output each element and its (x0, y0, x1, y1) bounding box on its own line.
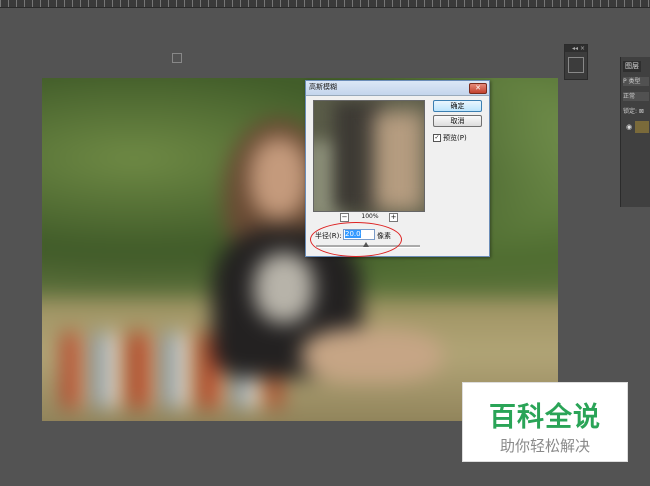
highlight-ellipse (310, 222, 402, 257)
collapsed-panel-strip[interactable]: ◂◂ × (564, 44, 588, 80)
shirt-print (254, 253, 314, 323)
watermark-logo: 百科全说 助你轻松解决 (462, 382, 628, 462)
preview-region-skin (374, 111, 424, 211)
watermark-title: 百科全说 (489, 402, 601, 433)
zoom-in-button[interactable]: + (389, 213, 398, 222)
blend-mode-select[interactable]: 正常 (623, 92, 649, 101)
dialog-titlebar[interactable]: 高斯模糊 ✕ (306, 81, 489, 96)
dialog-title: 高斯模糊 (309, 83, 337, 91)
watermark-subtitle: 助你轻松解决 (499, 437, 590, 455)
layer-kind-filter[interactable]: P 类型 (623, 77, 649, 86)
layers-panel: 图层 P 类型 正常 锁定: ⊠ ◉ (620, 57, 650, 207)
person-legs (302, 328, 442, 383)
preview-checkbox-label: 预览(P) (443, 134, 467, 142)
tool-preset-icon[interactable] (568, 57, 584, 73)
preview-checkbox[interactable]: ✓ 预览(P) (433, 133, 467, 143)
zoom-level: 100% (361, 213, 379, 220)
layer-thumbnail[interactable] (635, 121, 649, 133)
lock-row: 锁定: ⊠ (623, 108, 644, 115)
checkmark-icon[interactable]: ✓ (433, 134, 441, 142)
blur-preview-window[interactable] (313, 100, 425, 212)
ok-button[interactable]: 确定 (433, 100, 482, 112)
cancel-button[interactable]: 取消 (433, 115, 482, 127)
zoom-out-button[interactable]: − (340, 213, 349, 222)
close-icon[interactable]: ✕ (469, 83, 487, 94)
visibility-eye-icon[interactable]: ◉ (626, 123, 632, 131)
canvas-origin-marker (172, 53, 182, 63)
zoom-controls: − 100% + (340, 213, 400, 222)
panel-collapse-bar[interactable]: ◂◂ × (565, 45, 587, 52)
person-face (250, 138, 308, 218)
tab-layers[interactable]: 图层 (623, 61, 641, 72)
top-ruler (0, 0, 650, 8)
